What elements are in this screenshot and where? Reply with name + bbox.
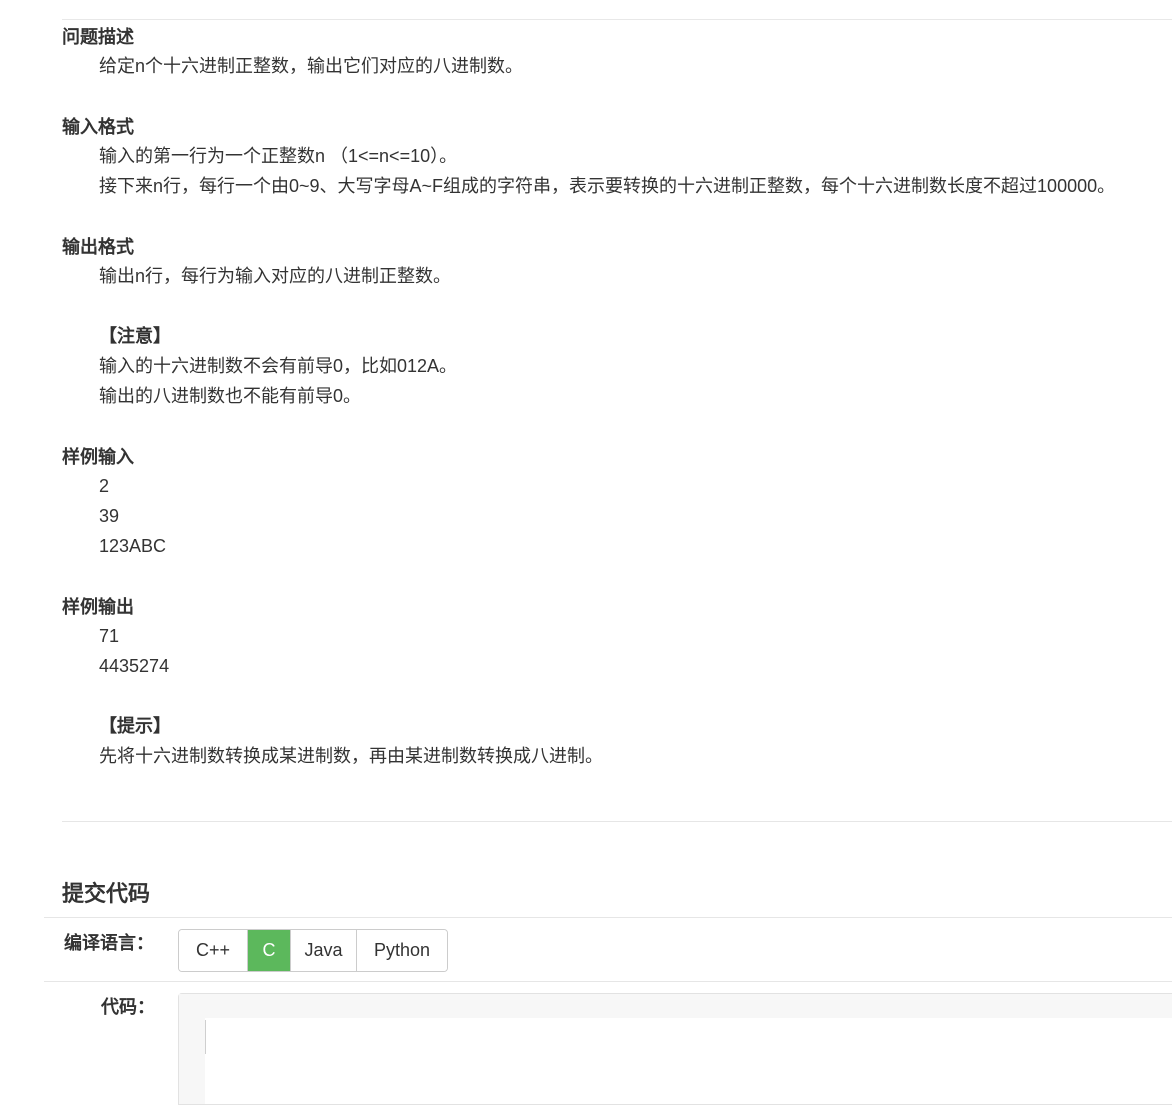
problem-description-section: 问题描述 给定n个十六进制正整数，输出它们对应的八进制数。 — [62, 26, 1172, 81]
line-number-gutter — [179, 994, 205, 1104]
hint-line: 先将十六进制数转换成某进制数，再由某进制数转换成八进制。 — [99, 746, 603, 766]
output-format-line: 输出n行，每行为输入对应的八进制正整数。 — [99, 266, 452, 286]
code-input-area[interactable] — [205, 1018, 1172, 1104]
section-title: 输出格式 — [62, 237, 134, 257]
note-line: 输入的十六进制数不会有前导0，比如012A。 — [99, 356, 458, 376]
sample-output-line: 71 — [99, 626, 120, 646]
input-format-line: 输入的第一行为一个正整数n （1<=n<=10）。 — [99, 146, 458, 166]
language-option-cpp[interactable]: C++ — [179, 930, 248, 971]
language-label: 编译语言： — [64, 933, 154, 953]
input-format-line: 接下来n行，每行一个由0~9、大写字母A~F组成的字符串，表示要转换的十六进制正… — [99, 176, 1116, 196]
section-title: 问题描述 — [62, 27, 134, 47]
note-title: 【注意】 — [99, 326, 171, 346]
sample-input-line: 2 — [99, 476, 110, 496]
sample-output-line: 4435274 — [99, 656, 170, 676]
language-option-java[interactable]: Java — [291, 930, 357, 971]
section-title: 样例输出 — [62, 597, 134, 617]
section-divider — [62, 821, 1172, 822]
description-line: 给定n个十六进制正整数，输出它们对应的八进制数。 — [99, 56, 524, 76]
form-divider — [44, 981, 1172, 982]
sample-input-line: 39 — [99, 506, 120, 526]
section-title: 样例输入 — [62, 447, 134, 467]
language-option-c[interactable]: C — [248, 930, 291, 971]
note-line: 输出的八进制数也不能有前导0。 — [99, 386, 362, 406]
output-format-section: 输出格式 输出n行，每行为输入对应的八进制正整数。 【注意】 输入的十六进制数不… — [62, 236, 1172, 411]
form-divider — [44, 917, 1172, 918]
text-cursor — [205, 1020, 206, 1054]
hint-title: 【提示】 — [99, 716, 171, 736]
sample-input-section: 样例输入 2 39 123ABC — [62, 446, 1172, 561]
submit-code-title: 提交代码 — [62, 881, 151, 906]
section-title: 输入格式 — [62, 117, 134, 137]
code-label: 代码： — [101, 997, 155, 1017]
input-format-section: 输入格式 输入的第一行为一个正整数n （1<=n<=10）。 接下来n行，每行一… — [62, 116, 1172, 201]
code-editor[interactable] — [178, 993, 1172, 1105]
sample-input-line: 123ABC — [99, 536, 167, 556]
language-option-python[interactable]: Python — [357, 930, 447, 971]
language-selector: C++ C Java Python — [178, 929, 448, 972]
sample-output-section: 样例输出 71 4435274 【提示】 先将十六进制数转换成某进制数，再由某进… — [62, 596, 1172, 771]
top-divider — [62, 19, 1172, 20]
